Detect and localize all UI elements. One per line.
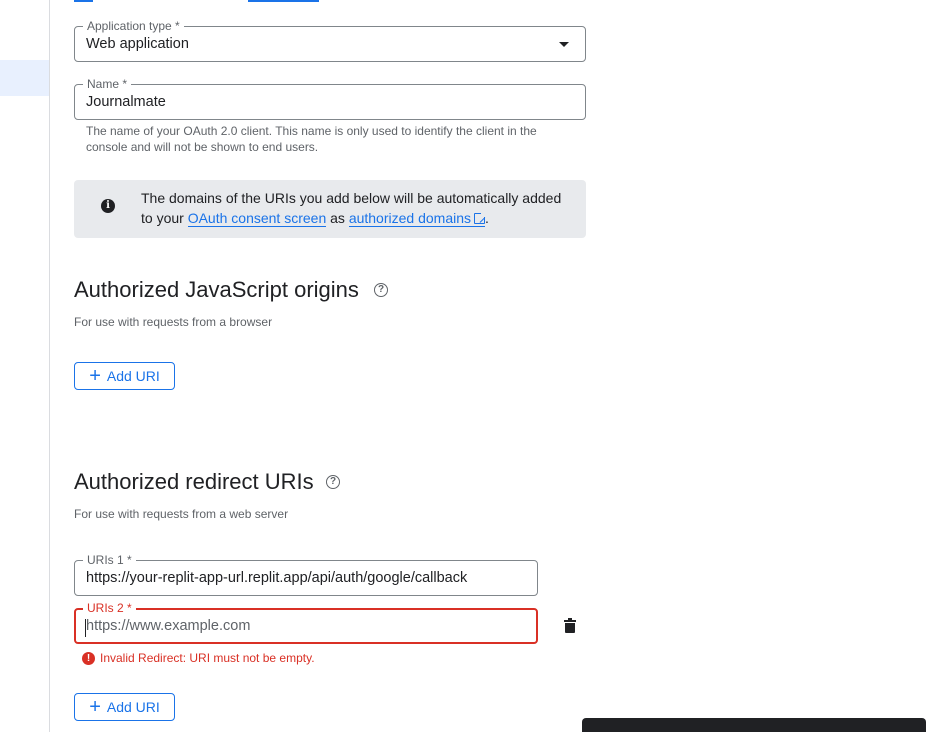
redirect-uri-2-field[interactable]: URIs 2 * [74,601,538,644]
add-js-origin-uri-button[interactable]: + Add URI [74,362,175,390]
clipped-link-1[interactable] [74,0,93,2]
application-type-value: Web application [86,36,189,52]
add-uri-label: Add URI [106,699,160,715]
plus-icon: + [89,696,101,718]
info-icon: i [101,199,115,213]
js-origins-title: Authorized JavaScript origins [74,277,359,302]
banner-text: The domains of the URIs you add below wi… [141,188,571,228]
dropdown-arrow-icon[interactable] [559,42,569,47]
uri-2-error: ! Invalid Redirect: URI must not be empt… [82,651,315,665]
help-icon[interactable]: ? [374,283,388,297]
error-icon: ! [82,651,95,665]
authorized-domains-link[interactable]: authorized domains [348,210,486,227]
name-value: Journalmate [86,94,166,110]
authorized-domains-link-label: authorized domains [348,210,471,226]
info-banner: i The domains of the URIs you add below … [74,180,586,238]
nav-item-selected[interactable] [0,60,49,96]
redirect-uris-title: Authorized redirect URIs [74,469,314,494]
uri-2-input[interactable] [86,618,516,634]
name-hint: The name of your OAuth 2.0 client. This … [86,124,537,154]
snackbar-edge [582,718,926,732]
text-cursor [85,619,86,637]
js-origins-subtitle: For use with requests from a browser [74,315,273,329]
trash-lid [564,620,576,622]
plus-icon: + [89,365,101,387]
clipped-link-2[interactable] [248,0,319,2]
application-type-select[interactable]: Application type * Web application [74,19,586,62]
uri-1-value: https://your-replit-app-url.replit.app/a… [86,570,468,586]
banner-text-middle: as [326,210,349,226]
add-redirect-uri-button[interactable]: + Add URI [74,693,175,721]
add-uri-label: Add URI [106,368,160,384]
external-link-icon [474,212,486,224]
redirect-uris-subtitle: For use with requests from a web server [74,507,289,521]
redirect-uri-1-field[interactable]: URIs 1 * https://your-replit-app-url.rep… [74,553,538,596]
help-icon[interactable]: ? [326,475,340,489]
trash-can [565,623,575,633]
uri-2-error-text: Invalid Redirect: URI must not be empty. [100,651,315,665]
trash-icon[interactable] [564,618,576,633]
oauth-consent-screen-link[interactable]: OAuth consent screen [187,210,327,227]
name-field[interactable]: Name * Journalmate [74,77,586,120]
uri-2-input-wrap [86,610,516,642]
left-nav-rail [0,0,50,732]
